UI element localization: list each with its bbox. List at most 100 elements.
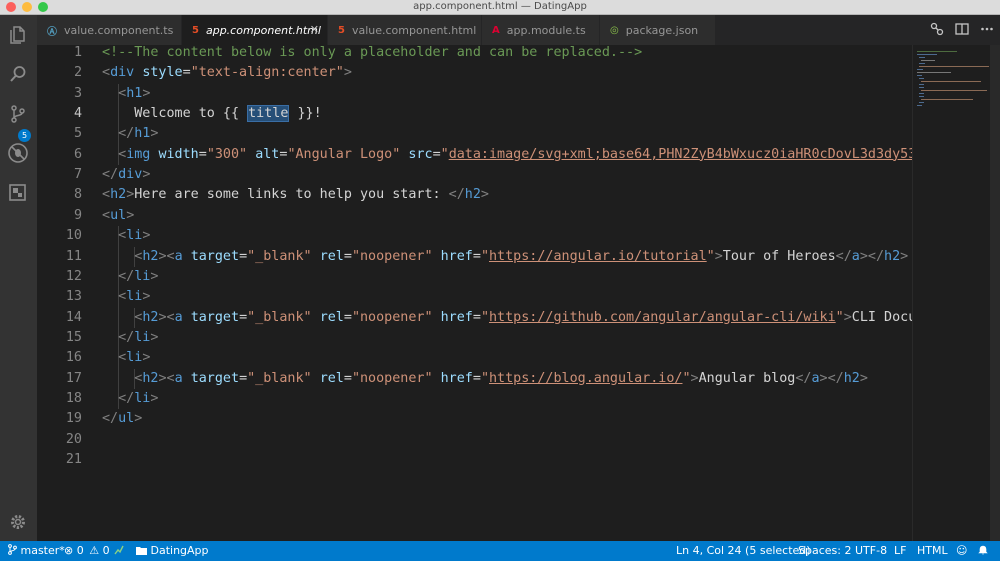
- code-token: h2: [142, 248, 159, 264]
- code-token: href: [440, 248, 473, 264]
- code-line[interactable]: 16 <li>: [37, 348, 912, 368]
- settings-gear-icon[interactable]: [7, 511, 29, 533]
- language-mode[interactable]: HTML: [917, 541, 948, 561]
- code-token: <!--The content below is only a placehol…: [102, 45, 643, 60]
- extensions-icon[interactable]: [7, 181, 29, 203]
- code-editor[interactable]: 1 <!--The content below is only a placeho…: [37, 45, 912, 541]
- line-number: 18: [65, 390, 82, 406]
- line-number: 19: [65, 411, 82, 427]
- code-line[interactable]: 8 <h2>Here are some links to help you sta…: [37, 185, 912, 205]
- code-token: a: [174, 309, 183, 325]
- code-line[interactable]: 7 </div>: [37, 165, 912, 185]
- source-control-badge: 5: [18, 129, 31, 142]
- debug-icon[interactable]: [7, 142, 29, 164]
- code-token: "_blank": [247, 309, 312, 325]
- code-text: <ul>: [102, 206, 134, 226]
- code-text: <!--The content below is only a placehol…: [102, 45, 642, 63]
- code-token: "300": [206, 146, 248, 162]
- search-icon[interactable]: [7, 63, 29, 85]
- folder-status[interactable]: DatingApp: [136, 541, 209, 561]
- code-line[interactable]: 9 <ul>: [37, 206, 912, 226]
- line-number: 11: [65, 248, 82, 264]
- code-token: >: [690, 370, 699, 386]
- line-number: 16: [65, 350, 82, 366]
- code-token: =: [472, 309, 481, 325]
- code-text: Welcome to {{ title }}!: [102, 104, 322, 124]
- tab-app-component-html[interactable]: 5 app.component.html ✕: [182, 15, 328, 45]
- code-line[interactable]: 6 <img width="300" alt="Angular Logo" sr…: [37, 145, 912, 165]
- live-server-icon[interactable]: [114, 541, 124, 561]
- cursor-position[interactable]: Ln 4, Col 24 (5 selected): [676, 541, 811, 561]
- code-token: =: [239, 248, 248, 264]
- code-line[interactable]: 19 </ul>: [37, 409, 912, 429]
- notifications-bell-icon[interactable]: [978, 541, 988, 561]
- tab-label: value.component.ts: [64, 23, 174, 37]
- code-token: ": [480, 248, 489, 264]
- code-token: >: [142, 167, 151, 183]
- code-line[interactable]: 11 <h2><a target="_blank" rel="noopener"…: [37, 247, 912, 267]
- vertical-scrollbar[interactable]: [990, 45, 1000, 541]
- tab-app-module-ts[interactable]: A app.module.ts: [482, 15, 600, 45]
- explorer-icon[interactable]: [7, 23, 29, 45]
- code-token: =: [198, 146, 207, 162]
- tab-value-component-html[interactable]: 5 value.component.html: [328, 15, 482, 45]
- code-token: "_blank": [247, 370, 312, 386]
- code-token: ul: [110, 207, 127, 223]
- open-changes-icon[interactable]: [929, 22, 945, 38]
- code-token: data:image/svg+xml;base64,PHN2ZyB4bWxucz…: [448, 146, 912, 162]
- code-token: </: [118, 126, 135, 142]
- code-line[interactable]: 10 <li>: [37, 226, 912, 246]
- code-line[interactable]: 18 </li>: [37, 389, 912, 409]
- code-text: <h2><a target="_blank" rel="noopener" hr…: [102, 369, 868, 389]
- code-token: target: [190, 370, 240, 386]
- code-token: https://blog.angular.io/: [489, 370, 683, 386]
- code-token: </: [102, 167, 119, 183]
- code-token: style: [142, 65, 183, 81]
- branch-status[interactable]: master*: [8, 541, 65, 561]
- tab-value-component-ts[interactable]: Ⓐ value.component.ts: [37, 15, 182, 45]
- code-text: <h2><a target="_blank" rel="noopener" hr…: [102, 308, 912, 328]
- line-number: 10: [65, 228, 82, 244]
- code-token: >: [480, 187, 489, 203]
- code-line[interactable]: 13 <li>: [37, 287, 912, 307]
- code-token: >: [126, 207, 135, 223]
- more-actions-icon[interactable]: [979, 22, 995, 38]
- code-line[interactable]: 15 </li>: [37, 328, 912, 348]
- code-line[interactable]: 21: [37, 450, 912, 470]
- eol-status[interactable]: LF: [894, 541, 906, 561]
- close-tab-icon[interactable]: ✕: [310, 23, 319, 36]
- feedback-smiley-icon[interactable]: ☺: [956, 541, 967, 561]
- code-line[interactable]: 1 <!--The content below is only a placeho…: [37, 45, 912, 63]
- error-icon: ⊗: [64, 544, 74, 557]
- code-line[interactable]: 14 <h2><a target="_blank" rel="noopener"…: [37, 308, 912, 328]
- source-control-icon[interactable]: [7, 103, 29, 125]
- encoding-status[interactable]: UTF-8: [855, 541, 887, 561]
- code-line[interactable]: 20: [37, 430, 912, 450]
- code-line[interactable]: 12 </li>: [37, 267, 912, 287]
- code-line[interactable]: 3 <h1>: [37, 84, 912, 104]
- code-line[interactable]: 17 <h2><a target="_blank" rel="noopener"…: [37, 369, 912, 389]
- indentation-status[interactable]: Spaces: 2: [798, 541, 851, 561]
- problems-status[interactable]: ⊗ 0 ⚠ 0: [64, 541, 110, 561]
- tab-label: app.module.ts: [506, 23, 586, 37]
- npm-icon: ◎: [610, 24, 619, 36]
- code-token: li: [134, 390, 151, 406]
- split-editor-icon[interactable]: [954, 22, 970, 38]
- tab-package-json[interactable]: ◎ package.json: [600, 15, 716, 45]
- code-line[interactable]: 5 </h1>: [37, 124, 912, 144]
- line-number: 12: [65, 268, 82, 284]
- code-line[interactable]: 4 Welcome to {{ title }}!: [37, 104, 912, 124]
- minimap[interactable]: [912, 45, 1000, 541]
- code-token: >: [859, 370, 868, 386]
- code-token: ><: [158, 248, 175, 264]
- code-line[interactable]: 2 <div style="text-align:center">: [37, 63, 912, 83]
